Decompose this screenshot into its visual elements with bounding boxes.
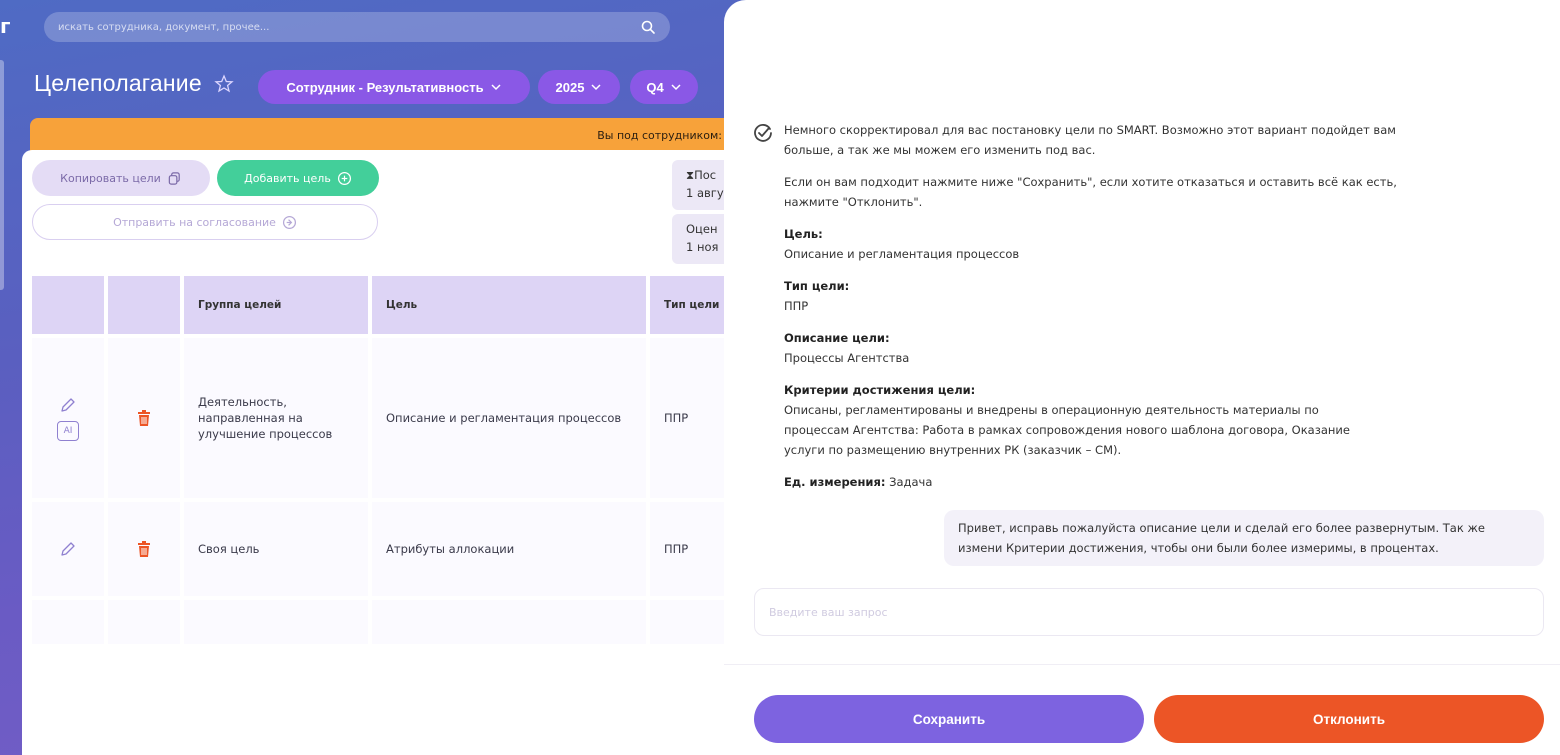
- page-title: Целеполагание: [34, 70, 202, 96]
- add-goal-button[interactable]: Добавить цель: [217, 160, 379, 196]
- column-header-delete: [108, 276, 180, 334]
- table-cell-group: Своя цель: [184, 502, 368, 596]
- deadline-card: ⧗Пос 1 авгу: [672, 160, 732, 210]
- filter-year[interactable]: 2025: [538, 70, 620, 104]
- table-empty-cell: [650, 600, 732, 644]
- ai-intro: Немного скорректировал для вас постановк…: [784, 123, 1396, 157]
- ai-message: Немного скорректировал для вас постановк…: [784, 120, 1424, 492]
- table-cell-goal[interactable]: Атрибуты аллокации: [372, 502, 646, 596]
- check-circle-icon: [754, 124, 772, 142]
- send-for-approval-button[interactable]: Отправить на согласование: [32, 204, 378, 240]
- ai-badge[interactable]: AI: [57, 421, 79, 441]
- copy-goals-button[interactable]: Копировать цели: [32, 160, 210, 196]
- description-value: Процессы Агентства: [784, 351, 910, 365]
- description-label: Описание цели:: [784, 331, 890, 345]
- chevron-down-icon: [491, 84, 501, 91]
- table-cell-group: Деятельность, направленная на улучшение …: [184, 338, 368, 498]
- table-row-edit-cell: AI: [32, 338, 104, 498]
- column-header-type[interactable]: Тип цели: [650, 276, 732, 334]
- criteria-label: Критерии достижения цели:: [784, 383, 976, 397]
- description-section: Описание цели: Процессы Агентства: [784, 328, 1424, 368]
- filter-label: Сотрудник - Результативность: [286, 79, 484, 95]
- goal-section: Цель: Описание и регламентация процессов: [784, 224, 1424, 264]
- unit-value: Задача: [889, 475, 933, 489]
- column-header-goal[interactable]: Цель: [372, 276, 646, 334]
- main-content: Копировать цели Добавить цель Отправить …: [22, 150, 732, 755]
- table-cell-goal[interactable]: Описание и регламентация процессов: [372, 338, 646, 498]
- banner-text: Вы под сотрудником:: [597, 128, 722, 142]
- ai-instruction: Если он вам подходит нажмите ниже "Сохра…: [784, 175, 1397, 209]
- criteria-section: Критерии достижения цели: Описаны, регла…: [784, 380, 1424, 460]
- save-button[interactable]: Сохранить: [754, 695, 1144, 743]
- chat-input[interactable]: [754, 588, 1544, 636]
- table-cell-type: ППР: [650, 338, 732, 498]
- goal-label: Цель:: [784, 227, 823, 241]
- chevron-down-icon: [591, 84, 601, 91]
- table-empty-cell: [32, 600, 104, 644]
- user-message: Привет, исправь пожалуйста описание цели…: [944, 510, 1544, 566]
- goal-value: Описание и регламентация процессов: [784, 247, 1020, 261]
- table-empty-cell: [372, 600, 646, 644]
- pencil-icon[interactable]: [58, 539, 78, 559]
- pencil-icon[interactable]: [58, 395, 78, 415]
- type-label: Тип цели:: [784, 279, 850, 293]
- plus-circle-icon: [337, 171, 351, 185]
- unit-section: Ед. измерения: Задача: [784, 472, 1424, 492]
- type-value: ППР: [784, 299, 809, 313]
- copy-icon: [168, 171, 180, 185]
- unit-label: Ед. измерения:: [784, 475, 886, 489]
- send-approval-label: Отправить на согласование: [113, 215, 276, 229]
- filter-label: 2025: [555, 79, 585, 95]
- impersonation-banner: Вы под сотрудником:: [30, 118, 730, 152]
- table-empty-cell: [184, 600, 368, 644]
- search-input[interactable]: [58, 21, 640, 33]
- reject-button[interactable]: Отклонить: [1154, 695, 1544, 743]
- filter-quarter[interactable]: Q4: [630, 70, 698, 104]
- chevron-down-icon: [671, 84, 681, 91]
- search-bar[interactable]: [44, 12, 670, 42]
- app-logo[interactable]: г: [0, 14, 18, 38]
- search-icon[interactable]: [640, 19, 656, 35]
- sidebar-rail: [0, 60, 4, 290]
- ai-suggestion-panel: Немного скорректировал для вас постановк…: [724, 0, 1560, 755]
- trash-icon[interactable]: [134, 408, 154, 428]
- evaluation-card: Оцен 1 ноя: [672, 214, 732, 264]
- add-goal-label: Добавить цель: [244, 171, 331, 185]
- table-row-edit-cell: [32, 502, 104, 596]
- type-section: Тип цели: ППР: [784, 276, 1424, 316]
- divider: [724, 664, 1560, 665]
- star-icon[interactable]: [214, 74, 234, 94]
- table-row-delete-cell: [108, 338, 180, 498]
- filter-employee-performance[interactable]: Сотрудник - Результативность: [258, 70, 530, 104]
- copy-goals-label: Копировать цели: [60, 171, 161, 185]
- table-empty-cell: [108, 600, 180, 644]
- trash-icon[interactable]: [134, 539, 154, 559]
- column-header-edit: [32, 276, 104, 334]
- criteria-value: Описаны, регламентированы и внедрены в о…: [784, 403, 1350, 457]
- arrow-right-circle-icon: [282, 215, 296, 229]
- column-header-group[interactable]: Группа целей: [184, 276, 368, 334]
- table-cell-type: ППР: [650, 502, 732, 596]
- filter-label: Q4: [646, 79, 664, 95]
- table-row-delete-cell: [108, 502, 180, 596]
